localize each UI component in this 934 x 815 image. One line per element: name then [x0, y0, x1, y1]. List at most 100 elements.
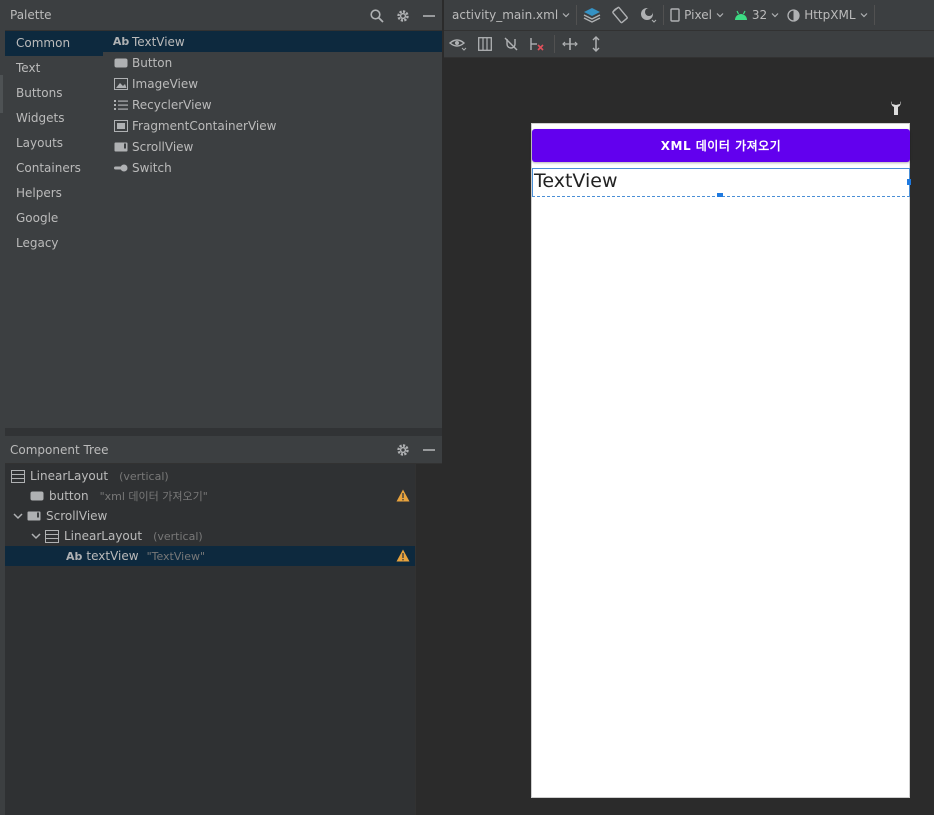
wrench-icon[interactable] [889, 100, 903, 116]
component-tree-body: LinearLayout (vertical) button "xml 데이터 … [5, 464, 416, 815]
category-layouts[interactable]: Layouts [5, 131, 103, 156]
linear-layout-icon [11, 469, 25, 483]
widget-label: ScrollView [132, 139, 194, 154]
button-icon [30, 491, 44, 501]
category-widgets[interactable]: Widgets [5, 106, 103, 131]
gear-icon[interactable] [394, 7, 412, 25]
theme-name: HttpXML [804, 8, 856, 22]
device-name: Pixel [684, 8, 712, 22]
night-mode-button[interactable] [639, 0, 657, 31]
palette-title: Palette [10, 8, 52, 22]
design-toolbar: activity_main.xml Pixel 32 HttpXML [444, 0, 934, 31]
tree-node-linearlayout[interactable]: LinearLayout (vertical) [5, 466, 415, 486]
category-legacy[interactable]: Legacy [5, 231, 103, 256]
ab-text-icon: Ab [112, 35, 130, 48]
layers-icon [583, 8, 601, 23]
button-icon [113, 58, 129, 68]
chevron-down-icon [860, 13, 867, 18]
file-name: activity_main.xml [452, 8, 559, 22]
tree-node-label: textView [86, 549, 139, 563]
resize-handle-right[interactable] [907, 179, 911, 185]
chevron-down-icon[interactable] [30, 530, 42, 542]
resize-handle-bottom[interactable] [717, 193, 723, 197]
blueprint-icon[interactable] [476, 35, 494, 53]
tree-node-label: LinearLayout [64, 529, 143, 543]
edge-marker [0, 75, 3, 113]
category-common[interactable]: Common [5, 31, 103, 56]
widget-scrollview[interactable]: ScrollView [103, 136, 442, 157]
tree-node-button[interactable]: button "xml 데이터 가져오기" [5, 486, 415, 506]
widget-imageview[interactable]: ImageView [103, 73, 442, 94]
autoconnect-off-icon[interactable] [502, 35, 520, 53]
category-google[interactable]: Google [5, 206, 103, 231]
fragment-icon [113, 119, 129, 132]
preview-button[interactable]: XML 데이터 가져오기 [532, 129, 910, 162]
eye-icon[interactable] [448, 35, 468, 53]
search-icon[interactable] [368, 7, 386, 25]
list-icon [113, 99, 129, 111]
device-selector[interactable]: Pixel [670, 0, 724, 31]
switch-icon [113, 163, 129, 173]
horizontal-margin-icon[interactable] [561, 35, 579, 53]
orientation-button[interactable] [611, 0, 629, 31]
scrollview-icon [27, 511, 41, 521]
linear-layout-icon [45, 529, 59, 543]
widget-recyclerview[interactable]: RecyclerView [103, 94, 442, 115]
panel-splitter[interactable] [5, 428, 442, 436]
widget-switch[interactable]: Switch [103, 157, 442, 178]
api-selector[interactable]: 32 [734, 0, 779, 31]
widget-fragmentcontainerview[interactable]: FragmentContainerView [103, 115, 442, 136]
category-text[interactable]: Text [5, 56, 103, 81]
tree-side-gutter [416, 464, 442, 815]
tree-node-hint: "TextView" [146, 549, 206, 563]
view-options-toolbar [444, 31, 934, 58]
file-selector[interactable]: activity_main.xml [452, 0, 570, 31]
palette-widget-list: Ab TextView Button ImageView RecyclerVie… [103, 31, 442, 178]
widget-textview[interactable]: Ab TextView [103, 31, 442, 52]
chevron-down-icon[interactable] [12, 510, 24, 522]
tree-node-textview[interactable]: Ab textView "TextView" [5, 546, 415, 566]
minimize-icon[interactable] [420, 441, 438, 459]
tree-node-hint: (vertical) [119, 469, 169, 483]
tree-node-linearlayout-inner[interactable]: LinearLayout (vertical) [5, 526, 415, 546]
tree-node-hint: (vertical) [153, 529, 203, 543]
layers-button[interactable] [583, 0, 601, 31]
component-tree-title: Component Tree [10, 442, 109, 457]
toolbar-separator [663, 5, 665, 25]
component-tree-tools [394, 436, 438, 464]
toolbar-separator [873, 5, 875, 25]
widget-label: Switch [132, 160, 172, 175]
warning-icon[interactable] [396, 489, 410, 505]
android-icon [734, 10, 747, 20]
vertical-resize-icon[interactable] [587, 35, 605, 53]
widget-button[interactable]: Button [103, 52, 442, 73]
ab-text-icon: Ab [66, 549, 83, 563]
toolbar-separator [576, 5, 578, 25]
component-tree-header: Component Tree [5, 436, 442, 464]
device-preview[interactable]: XML 데이터 가져오기 TextView [531, 123, 911, 798]
palette-category-list: Common Text Buttons Widgets Layouts Cont… [5, 31, 103, 256]
widget-label: FragmentContainerView [132, 118, 277, 133]
widget-label: ImageView [132, 76, 199, 91]
palette-header: Palette [5, 0, 442, 31]
warning-icon[interactable] [396, 549, 410, 565]
rotate-icon [612, 6, 629, 24]
minimize-icon[interactable] [420, 7, 438, 25]
tree-node-label: button [49, 489, 89, 503]
component-tree-panel: Component Tree LinearLayout (vertical) b… [5, 436, 442, 815]
palette-panel: Palette Common Text Buttons Widgets Layo… [5, 0, 442, 430]
chevron-down-icon [771, 13, 779, 18]
theme-selector[interactable]: HttpXML [787, 0, 867, 31]
clear-constraints-icon[interactable] [528, 35, 546, 53]
theme-icon [787, 8, 800, 22]
widget-label: RecyclerView [132, 97, 212, 112]
category-helpers[interactable]: Helpers [5, 181, 103, 206]
tree-node-scrollview[interactable]: ScrollView [5, 506, 415, 526]
widget-label: TextView [132, 34, 185, 49]
gear-icon[interactable] [394, 441, 412, 459]
phone-icon [670, 8, 680, 22]
scrollview-icon [113, 142, 129, 152]
category-containers[interactable]: Containers [5, 156, 103, 181]
image-icon [113, 77, 129, 90]
category-buttons[interactable]: Buttons [5, 81, 103, 106]
